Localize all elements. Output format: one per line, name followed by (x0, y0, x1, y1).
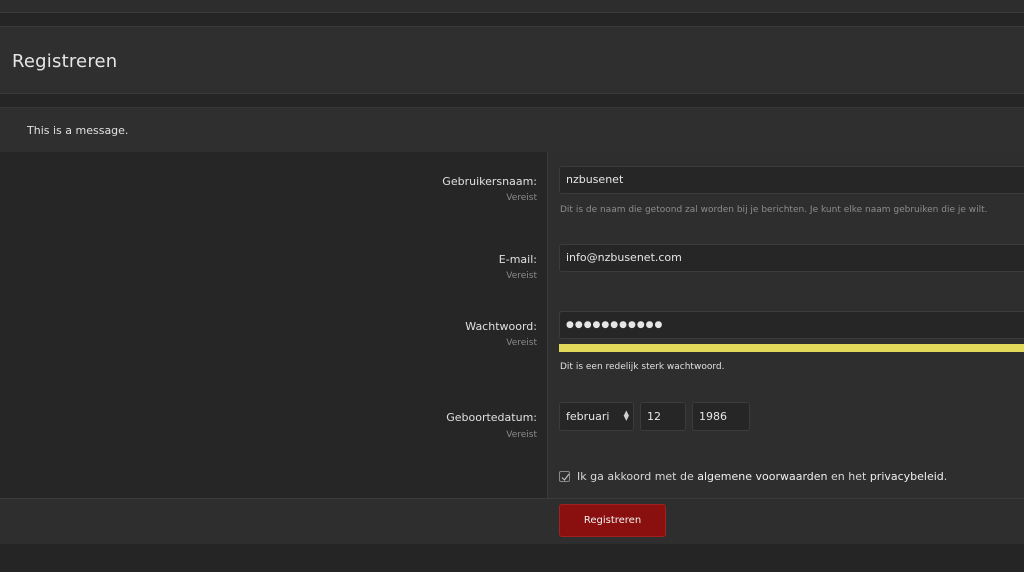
page-bottom (0, 544, 1024, 572)
username-hint: Dit is de naam die getoond zal worden bi… (560, 205, 988, 215)
birth-month-value: februari (566, 410, 610, 423)
page-header: Registreren (0, 26, 1024, 94)
agree-checkbox[interactable] (559, 471, 570, 482)
register-button[interactable]: Registreren (559, 504, 666, 537)
birth-year-input[interactable]: 1986 (692, 402, 750, 431)
agree-text-before: Ik ga akkoord met de (577, 470, 698, 483)
agree-text-after: . (943, 470, 948, 483)
birth-day-input[interactable]: 12 (640, 402, 686, 431)
checkmark-icon (561, 473, 570, 481)
email-label: E-mail: (498, 253, 537, 266)
username-label: Gebruikersnaam: (442, 175, 537, 188)
email-required: Vereist (506, 271, 537, 281)
agree-text-mid: en het (827, 470, 870, 483)
privacy-link[interactable]: privacybeleid (870, 470, 944, 483)
page-title: Registreren (12, 51, 118, 72)
agree-label: Ik ga akkoord met de algemene voorwaarde… (577, 470, 947, 483)
select-arrows-icon: ▲ ▼ (623, 409, 629, 422)
username-input[interactable]: nzbusenet (559, 166, 1024, 194)
terms-link[interactable]: algemene voorwaarden (697, 470, 827, 483)
password-input[interactable]: ●●●●●●●●●●● (559, 311, 1024, 339)
top-nav-bar (0, 0, 1024, 13)
password-required: Vereist (506, 338, 537, 348)
password-strength-meter (559, 344, 1024, 352)
password-strength-text: Dit is een redelijk sterk wachtwoord. (560, 362, 725, 372)
form-footer (0, 498, 1024, 545)
email-input[interactable]: info@nzbusenet.com (559, 244, 1024, 272)
birthdate-label: Geboortedatum: (446, 411, 537, 424)
message-text: This is a message. (27, 124, 129, 137)
message-banner: This is a message. (0, 107, 1024, 153)
password-label: Wachtwoord: (465, 320, 537, 333)
birthdate-required: Vereist (506, 430, 537, 440)
birth-month-select[interactable]: februari ▲ ▼ (559, 402, 634, 431)
username-required: Vereist (506, 193, 537, 203)
